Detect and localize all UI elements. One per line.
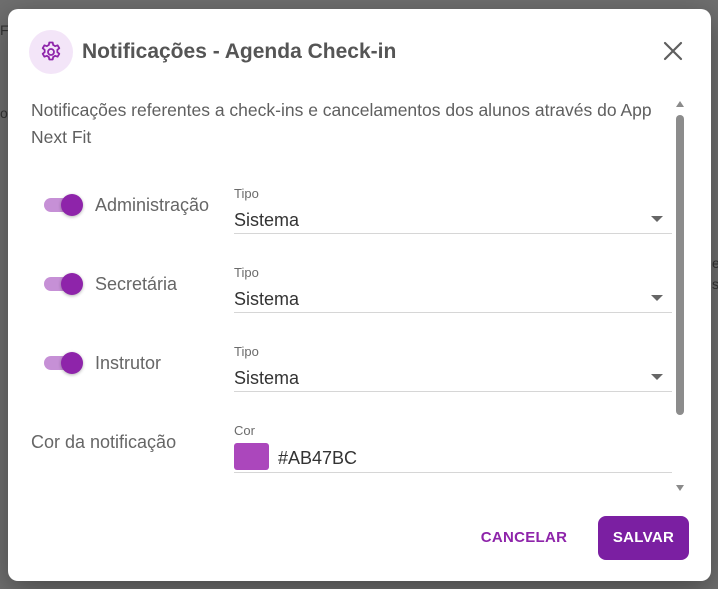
gear-icon <box>29 30 73 74</box>
dialog-footer: CANCELAR SALVAR <box>8 509 711 581</box>
row-label: Administração <box>95 195 210 215</box>
tipo-select-instrutor[interactable]: Tipo Sistema <box>234 344 672 392</box>
toggle-secretaria[interactable] <box>43 272 85 296</box>
close-icon[interactable] <box>661 39 685 63</box>
toggle-thumb <box>61 194 83 216</box>
content-scrollbar[interactable] <box>673 101 687 491</box>
dialog-header: Notificações - Agenda Check-in <box>8 9 711 97</box>
save-button[interactable]: SALVAR <box>598 516 689 560</box>
color-row-label: Cor da notificação <box>31 432 177 452</box>
caret-down-icon <box>651 216 663 222</box>
row-label: Instrutor <box>95 353 162 373</box>
field-label: Tipo <box>234 186 259 201</box>
notification-row-secretaria: Secretária Tipo Sistema <box>8 265 711 335</box>
select-value: Sistema <box>234 289 300 309</box>
caret-down-icon <box>651 374 663 380</box>
caret-down-icon <box>651 295 663 301</box>
field-label: Tipo <box>234 344 259 359</box>
select-field[interactable]: Sistema <box>234 282 672 313</box>
tipo-select-administracao[interactable]: Tipo Sistema <box>234 186 672 234</box>
color-input[interactable]: #AB47BC <box>234 440 672 473</box>
scrollbar-thumb[interactable] <box>676 115 684 415</box>
color-value: #AB47BC <box>278 448 358 468</box>
color-swatch[interactable] <box>234 443 269 470</box>
dialog-description: Notificações referentes a check-ins e ca… <box>31 100 652 147</box>
notification-row-instrutor: Instrutor Tipo Sistema <box>8 344 711 414</box>
notification-dialog: Notificações - Agenda Check-in Notificaç… <box>8 9 711 581</box>
field-label: Tipo <box>234 265 259 280</box>
row-label: Secretária <box>95 274 178 294</box>
select-value: Sistema <box>234 210 300 230</box>
scroll-down-icon[interactable] <box>676 485 684 491</box>
notification-color-row: Cor da notificação Cor #AB47BC <box>8 423 711 493</box>
dialog-title: Notificações - Agenda Check-in <box>82 40 397 63</box>
toggle-thumb <box>61 273 83 295</box>
scroll-up-icon[interactable] <box>676 101 684 107</box>
notification-row-administracao: Administração Tipo Sistema <box>8 186 711 256</box>
field-label: Cor <box>234 423 255 438</box>
color-picker-field[interactable]: Cor #AB47BC <box>234 423 672 473</box>
cancel-button[interactable]: CANCELAR <box>474 526 574 550</box>
dialog-content: Notificações referentes a check-ins e ca… <box>8 97 711 497</box>
toggle-thumb <box>61 352 83 374</box>
select-field[interactable]: Sistema <box>234 361 672 392</box>
select-value: Sistema <box>234 368 300 388</box>
backdrop-text: o <box>0 105 8 121</box>
toggle-instrutor[interactable] <box>43 351 85 375</box>
select-field[interactable]: Sistema <box>234 203 672 234</box>
backdrop-text: e <box>712 255 718 271</box>
tipo-select-secretaria[interactable]: Tipo Sistema <box>234 265 672 313</box>
backdrop-text: st <box>712 276 718 292</box>
toggle-administracao[interactable] <box>43 193 85 217</box>
